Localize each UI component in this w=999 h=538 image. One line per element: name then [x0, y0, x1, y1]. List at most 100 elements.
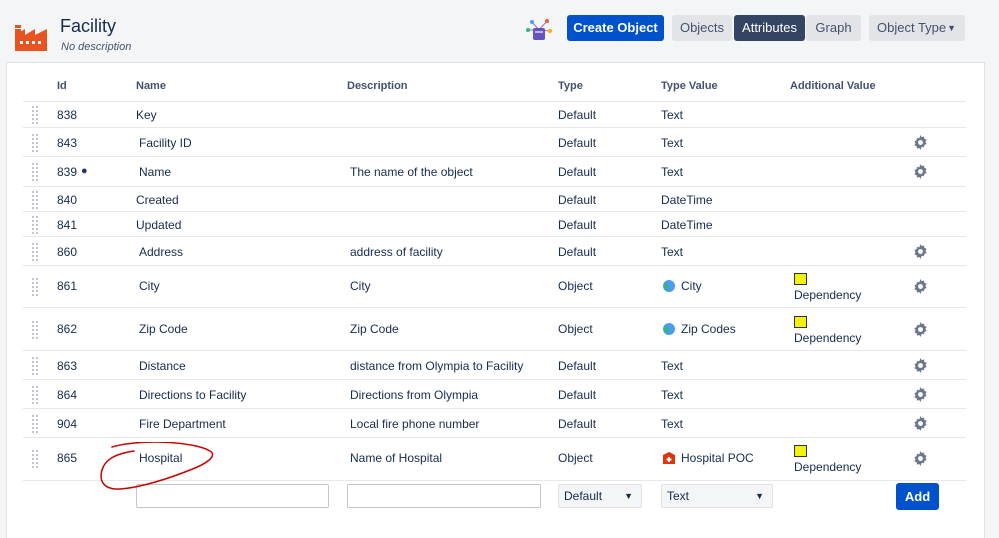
table-row[interactable]: 839 ● Name The name of the object Default Tex… [23, 156, 966, 187]
gear-icon[interactable] [913, 164, 928, 179]
table-row[interactable]: 838 Key Default Text [23, 101, 966, 128]
attribute-name[interactable]: Zip Code [139, 322, 188, 336]
column-header-id: Id [57, 80, 67, 92]
attribute-type-value: Text [661, 358, 684, 373]
globe-icon [663, 322, 675, 335]
create-object-button[interactable]: Create Object [567, 15, 664, 41]
drag-handle-icon[interactable] [32, 215, 38, 234]
table-row[interactable]: 841 Updated Default DateTime [23, 211, 966, 237]
attribute-type: Object [558, 321, 593, 336]
attribute-type: Default [558, 416, 597, 431]
facility-factory-icon [15, 25, 47, 51]
attribute-type: Default [558, 387, 597, 402]
tab-attributes[interactable]: Attributes [734, 15, 805, 41]
drag-handle-icon[interactable] [32, 242, 38, 261]
drag-handle-icon[interactable] [32, 278, 38, 296]
attribute-type: Default [558, 165, 597, 179]
attribute-type-value: Text [661, 135, 684, 150]
drag-handle-icon[interactable] [32, 385, 38, 404]
attribute-type-value[interactable]: Hospital POC [681, 451, 754, 465]
attribute-description: City [350, 279, 371, 293]
attribute-type-value: DateTime [661, 192, 713, 207]
attribute-name[interactable]: Directions to Facility [139, 388, 246, 402]
gear-icon[interactable] [913, 386, 928, 402]
attribute-id: 861 [57, 279, 78, 293]
drag-handle-icon[interactable] [32, 133, 38, 152]
object-type-label: Object Type [877, 20, 947, 35]
attribute-type: Default [558, 217, 597, 232]
object-type-dropdown[interactable]: Object Type ▼ [869, 15, 965, 41]
attribute-name[interactable]: Fire Department [139, 417, 226, 431]
attribute-id: 843 [57, 135, 78, 150]
attribute-id: 841 [57, 217, 78, 232]
table-row[interactable]: 864 Directions to Facility Directions from… [23, 379, 966, 409]
column-header-name: Name [136, 80, 166, 92]
table-row[interactable]: 862 Zip Code Zip Code Object Zip Codes Depend… [23, 307, 966, 351]
attribute-id: 840 [57, 192, 78, 207]
page-title: Facility [60, 16, 117, 36]
additional-value-dependency: Dependency [794, 288, 862, 302]
attribute-id: 860 [57, 244, 78, 259]
globe-icon [663, 280, 675, 292]
dependency-color-swatch [794, 445, 807, 457]
app-header: Facility No description Create Object Ob… [0, 0, 999, 62]
table-row[interactable]: 861 City City Object City Dependency [23, 265, 966, 308]
attribute-type: Object [558, 279, 593, 293]
gear-icon[interactable] [913, 357, 928, 373]
gear-icon[interactable] [913, 243, 928, 259]
new-attribute-description-input[interactable] [347, 484, 541, 508]
new-attribute-type-value-select[interactable]: Text ▼ [661, 484, 773, 508]
attribute-description: address of facility [350, 244, 443, 259]
attribute-type: Default [558, 358, 597, 373]
chevron-down-icon: ▼ [755, 491, 764, 501]
attribute-type: Default [558, 135, 597, 150]
attribute-id: 862 [57, 321, 78, 336]
drag-handle-icon[interactable] [32, 356, 38, 375]
drag-handle-icon[interactable] [32, 414, 38, 433]
object-graph-icon[interactable] [524, 16, 554, 44]
gear-icon[interactable] [913, 415, 928, 431]
attribute-name[interactable]: Updated [136, 218, 181, 232]
attribute-name[interactable]: Key [136, 108, 157, 122]
attribute-type-value[interactable]: City [681, 279, 702, 293]
table-row[interactable]: 863 Distance distance from Olympia to Faci… [23, 350, 966, 380]
attribute-name[interactable]: Facility ID [139, 136, 192, 150]
chevron-down-icon: ▼ [947, 23, 956, 33]
drag-handle-icon[interactable] [32, 320, 38, 339]
attribute-type: Default [558, 244, 597, 259]
new-attribute-type-select[interactable]: Default ▼ [558, 484, 642, 508]
attribute-name[interactable]: Created [136, 193, 179, 207]
additional-value-dependency: Dependency [794, 330, 862, 345]
attribute-id: 838 [57, 108, 78, 122]
attribute-type: Default [558, 192, 597, 207]
attribute-id: 864 [57, 387, 78, 402]
gear-icon[interactable] [913, 321, 928, 337]
drag-handle-icon[interactable] [32, 106, 38, 124]
table-row[interactable]: 843 Facility ID Default Text [23, 127, 966, 157]
attribute-type-value: Text [661, 165, 684, 179]
attribute-name[interactable]: City [139, 279, 160, 293]
chevron-down-icon: ▼ [624, 491, 633, 501]
table-row[interactable]: 840 Created Default DateTime [23, 186, 966, 212]
attribute-id: 865 [57, 451, 78, 465]
attribute-name[interactable]: Address [139, 245, 183, 259]
table-row[interactable]: 860 Address address of facility Default Text [23, 236, 966, 266]
dependency-color-swatch [794, 315, 807, 328]
attribute-name[interactable]: Distance [139, 359, 186, 373]
dependency-color-swatch [794, 273, 807, 285]
drag-handle-icon[interactable] [32, 190, 38, 209]
gear-icon[interactable] [913, 279, 928, 294]
drag-handle-icon[interactable] [32, 163, 38, 181]
attribute-type-value[interactable]: Zip Codes [681, 322, 736, 336]
attribute-name[interactable]: Name [139, 165, 171, 179]
add-attribute-button[interactable]: Add [896, 483, 939, 510]
column-header-additional-value: Additional Value [790, 80, 876, 92]
attribute-id: 863 [57, 358, 78, 373]
table-row[interactable]: 904 Fire Department Local fire phone numbe… [23, 408, 966, 438]
gear-icon[interactable] [913, 134, 928, 150]
tab-graph[interactable]: Graph [806, 15, 861, 41]
attribute-description: Local fire phone number [350, 416, 480, 431]
drag-handle-icon[interactable] [32, 450, 38, 468]
gear-icon[interactable] [913, 451, 928, 466]
tab-objects[interactable]: Objects [672, 15, 732, 41]
